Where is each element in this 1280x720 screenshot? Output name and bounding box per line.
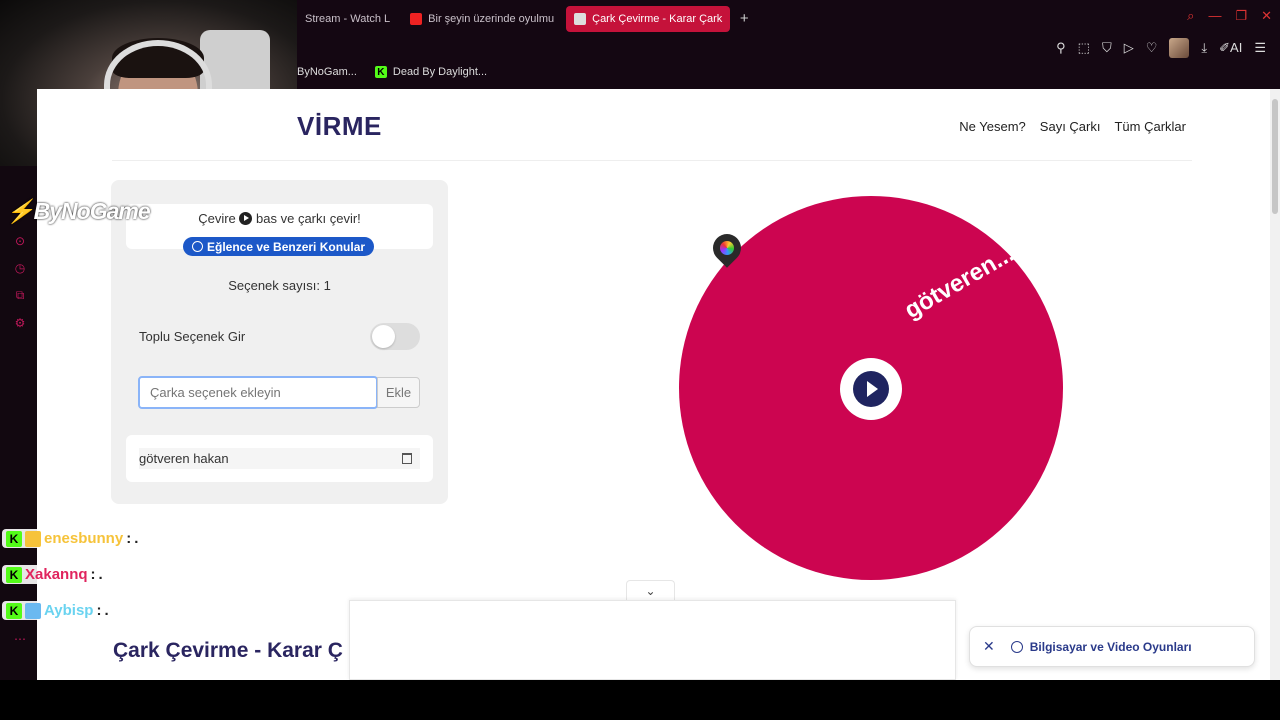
site-title[interactable]: VİRME bbox=[297, 111, 382, 142]
bulk-toggle[interactable] bbox=[370, 323, 420, 350]
tab-label: Çark Çevirme - Karar Çark bbox=[592, 13, 723, 25]
category-badge-label: Eğlence ve Benzeri Konular bbox=[207, 239, 366, 254]
spin-button[interactable] bbox=[840, 358, 902, 420]
chat-separator: : bbox=[90, 566, 96, 583]
bookmark-dead-by-daylight[interactable]: K Dead By Daylight... bbox=[374, 66, 488, 78]
menu-icon[interactable]: ☰ bbox=[1254, 40, 1266, 56]
kick-badge-icon: K bbox=[6, 530, 22, 547]
ad-banner bbox=[349, 600, 956, 680]
suggestion-chip[interactable]: ✕ Bilgisayar ve Video Oyunları bbox=[969, 626, 1255, 667]
chat-text: . bbox=[134, 530, 139, 547]
bookmark-label: Dead By Daylight... bbox=[392, 66, 488, 78]
letterbox-bar bbox=[0, 680, 1280, 720]
profile-avatar[interactable] bbox=[1169, 38, 1190, 58]
close-icon[interactable]: ✕ bbox=[983, 638, 995, 655]
option-input[interactable] bbox=[138, 376, 378, 409]
channel-logo: ⚡ByNoGame bbox=[6, 198, 151, 225]
tab-label: Bir şeyin üzerinde oyulmu bbox=[428, 13, 555, 25]
toggle-knob bbox=[372, 325, 395, 348]
chat-text: . bbox=[98, 566, 103, 583]
play-icon[interactable]: ▷ bbox=[1124, 40, 1134, 56]
chat-text: . bbox=[104, 602, 109, 619]
header-divider bbox=[112, 160, 1192, 161]
chat-message: K Aybisp : . bbox=[2, 601, 115, 620]
heart-icon[interactable]: ♡ bbox=[1146, 40, 1158, 56]
chat-username: enesbunny bbox=[44, 530, 124, 547]
kick-badge-icon: K bbox=[6, 602, 22, 619]
tab-cark-cevirme[interactable]: Çark Çevirme - Karar Çark bbox=[566, 6, 731, 32]
ai-button[interactable]: ✐AI bbox=[1219, 40, 1242, 56]
tab-youtube[interactable]: Bir şeyin üzerinde oyulmu bbox=[402, 6, 562, 32]
options-list: götveren hakan bbox=[126, 435, 433, 482]
settings-icon[interactable]: ⚙ bbox=[13, 316, 27, 330]
bulk-toggle-label: Toplu Seçenek Gir bbox=[139, 329, 246, 344]
nav-tum-carklar[interactable]: Tüm Çarklar bbox=[1114, 119, 1186, 134]
scroll-thumb[interactable] bbox=[1272, 99, 1278, 214]
kick-icon: K bbox=[374, 66, 387, 78]
tab-stream[interactable]: Stream - Watch L bbox=[297, 6, 398, 32]
window-controls: ⌕ — ❐ ✕ bbox=[1187, 8, 1272, 24]
bolt-icon: ⚡ bbox=[6, 198, 35, 224]
chat-message: K Xakannq : . bbox=[2, 565, 109, 584]
channel-logo-text: ByNoGame bbox=[33, 198, 151, 224]
download-icon[interactable]: ⤓ bbox=[1201, 40, 1207, 56]
webpage: VİRME Ne Yesem? Sayı Çarkı Tüm Çarklar Ç… bbox=[37, 89, 1270, 680]
chat-message: K enesbunny : . bbox=[2, 529, 145, 548]
kick-badge-icon: K bbox=[6, 566, 22, 583]
close-window-icon[interactable]: ✕ bbox=[1261, 8, 1272, 24]
overflow-icon[interactable]: ⋯ bbox=[13, 632, 27, 646]
search-icon[interactable]: ⌕ bbox=[1187, 8, 1194, 24]
new-tab-button[interactable]: + bbox=[734, 6, 754, 32]
option-count: Seçenek sayısı: 1 bbox=[228, 278, 331, 293]
options-panel: Çevire bas ve çarkı çevir! Eğlence ve Be… bbox=[111, 180, 448, 504]
ai-label: AI bbox=[1230, 40, 1243, 55]
chat-separator: : bbox=[126, 530, 132, 547]
pin-icon[interactable]: ⚲ bbox=[1056, 40, 1066, 56]
page-scrollbar[interactable] bbox=[1270, 89, 1280, 680]
chat-username: Xakannq bbox=[25, 566, 88, 583]
option-label: götveren hakan bbox=[139, 451, 229, 466]
compass-icon bbox=[192, 241, 203, 252]
compass-icon bbox=[1010, 640, 1023, 653]
tab-bar: Stream - Watch L Bir şeyin üzerinde oyul… bbox=[297, 6, 754, 32]
crown-badge-icon bbox=[25, 530, 41, 547]
chat-username: Aybisp bbox=[44, 602, 94, 619]
minimize-icon[interactable]: — bbox=[1208, 8, 1221, 24]
play-circle-icon bbox=[239, 212, 253, 225]
play-icon bbox=[853, 371, 889, 407]
chevron-down-icon[interactable]: ⌄ bbox=[626, 580, 675, 601]
toolbar: ⚲ ⬚ ⛉ ▷ ♡ ⤓ ✐AI ☰ bbox=[1056, 38, 1266, 58]
sub-badge-icon bbox=[25, 602, 41, 619]
trash-icon[interactable] bbox=[402, 453, 412, 464]
video-icon[interactable]: ⊙ bbox=[13, 234, 27, 248]
clock-icon[interactable]: ◷ bbox=[13, 261, 27, 275]
site-nav: Ne Yesem? Sayı Çarkı Tüm Çarklar bbox=[959, 119, 1186, 134]
list-item: götveren hakan bbox=[139, 448, 420, 469]
tab-label: Stream - Watch L bbox=[305, 13, 391, 25]
youtube-icon bbox=[410, 13, 423, 25]
shield-icon[interactable]: ⛉ bbox=[1102, 40, 1112, 56]
info-text-pre: Çevire bbox=[198, 211, 236, 226]
wheel-favicon-icon bbox=[574, 13, 587, 25]
bookmarks-bar: ByNoGam... K Dead By Daylight... bbox=[297, 66, 487, 78]
extensions-icon[interactable]: ⧉ bbox=[13, 288, 27, 302]
category-badge[interactable]: Eğlence ve Benzeri Konular bbox=[183, 237, 375, 256]
pointer-dot bbox=[717, 238, 737, 258]
nav-ne-yesem[interactable]: Ne Yesem? bbox=[959, 119, 1026, 134]
restore-icon[interactable]: ❐ bbox=[1235, 8, 1247, 24]
screenshot-icon[interactable]: ⬚ bbox=[1078, 40, 1090, 56]
suggestion-label: Bilgisayar ve Video Oyunları bbox=[1029, 639, 1192, 654]
nav-sayi-carki[interactable]: Sayı Çarkı bbox=[1040, 119, 1101, 134]
chat-separator: : bbox=[96, 602, 102, 619]
add-button[interactable]: Ekle bbox=[377, 377, 420, 408]
page-heading: Çark Çevirme - Karar Ç bbox=[113, 639, 343, 662]
bookmark-label: ByNoGam... bbox=[297, 66, 357, 78]
bookmark-bynogame[interactable]: ByNoGam... bbox=[297, 66, 357, 78]
info-text-post: bas ve çarkı çevir! bbox=[256, 211, 361, 226]
